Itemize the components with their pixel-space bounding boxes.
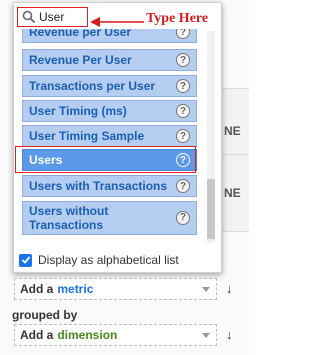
add-metric-select[interactable]: Add a metric bbox=[14, 278, 217, 300]
metric-item-label: User Timing Sample bbox=[29, 129, 145, 143]
help-icon[interactable]: ? bbox=[176, 29, 190, 39]
help-icon[interactable]: ? bbox=[176, 211, 190, 225]
sort-arrow-icon[interactable]: ↓ bbox=[226, 281, 233, 296]
background-fragment-bottom-text: NE bbox=[224, 186, 241, 200]
chevron-down-icon bbox=[202, 287, 210, 292]
alphabetical-toggle-label: Display as alphabetical list bbox=[38, 253, 179, 267]
search-icon bbox=[22, 10, 36, 24]
sort-arrow-icon[interactable]: ↓ bbox=[226, 327, 233, 342]
metric-list: Revenue per User ? Revenue Per User ? Tr… bbox=[22, 29, 205, 245]
search-input[interactable] bbox=[39, 10, 83, 24]
add-dimension-prefix: Add a bbox=[20, 328, 54, 342]
chevron-down-icon bbox=[202, 333, 210, 338]
list-scrollbar[interactable] bbox=[207, 31, 215, 243]
add-metric-prefix: Add a bbox=[20, 282, 54, 296]
background-fragment-bottom: NE bbox=[219, 154, 249, 232]
help-icon[interactable]: ? bbox=[176, 179, 190, 193]
metric-item-users-with-transactions[interactable]: Users with Transactions ? bbox=[22, 175, 197, 197]
metric-item-transactions-per-user[interactable]: Transactions per User ? bbox=[22, 75, 197, 97]
metric-item-user-timing[interactable]: User Timing (ms) ? bbox=[22, 100, 197, 122]
help-icon[interactable]: ? bbox=[176, 53, 190, 67]
add-dimension-select[interactable]: Add a dimension bbox=[14, 324, 217, 346]
metric-item-label: Revenue Per User bbox=[29, 53, 132, 67]
alphabetical-toggle[interactable]: Display as alphabetical list bbox=[19, 253, 179, 267]
metric-item-revenue-per-user-lower[interactable]: Revenue per User ? bbox=[22, 29, 197, 43]
help-icon[interactable]: ? bbox=[176, 129, 190, 143]
metric-item-revenue-per-user[interactable]: Revenue Per User ? bbox=[22, 49, 197, 71]
metric-picker-dropdown: Type Here Revenue per User ? Revenue Per… bbox=[13, 2, 222, 273]
grouped-by-label: grouped by bbox=[12, 308, 78, 322]
add-metric-value: metric bbox=[57, 282, 94, 296]
background-fragment-top-text: NE bbox=[224, 124, 241, 138]
metric-item-label: Users bbox=[29, 153, 63, 167]
metric-item-label: User Timing (ms) bbox=[29, 104, 127, 118]
metric-item-label: Transactions per User bbox=[29, 79, 156, 93]
help-icon[interactable]: ? bbox=[176, 104, 190, 118]
search-field[interactable] bbox=[17, 7, 88, 27]
metric-item-users-without-transactions[interactable]: Users without Transactions ? bbox=[22, 201, 197, 235]
annotation-label: Type Here bbox=[146, 11, 209, 26]
add-dimension-value: dimension bbox=[57, 328, 118, 342]
checkbox-checked-icon[interactable] bbox=[19, 253, 32, 267]
help-icon[interactable]: ? bbox=[176, 79, 190, 93]
metric-item-label: Users without Transactions bbox=[29, 204, 109, 232]
scrollbar-thumb[interactable] bbox=[207, 179, 215, 239]
metric-item-user-timing-sample[interactable]: User Timing Sample ? bbox=[22, 125, 197, 147]
help-icon[interactable]: ? bbox=[176, 153, 190, 167]
metric-item-label: Revenue per User bbox=[29, 29, 132, 39]
metric-item-users[interactable]: Users ? bbox=[22, 149, 197, 171]
metric-item-label: Users with Transactions bbox=[29, 179, 168, 193]
annotation-arrow-icon bbox=[90, 17, 144, 27]
